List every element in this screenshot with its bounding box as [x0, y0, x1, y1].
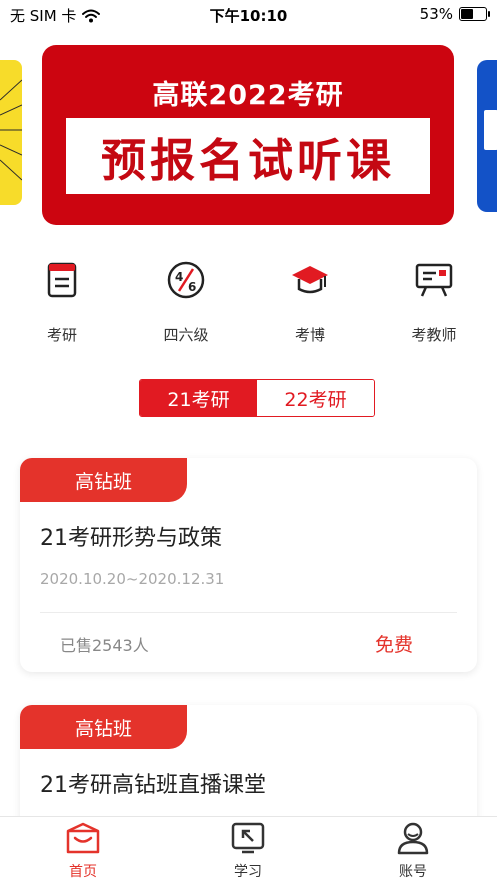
status-bar: 无 SIM 卡 下午10:10 53%: [0, 0, 497, 30]
year-segment: 21考研 22考研: [139, 379, 375, 417]
study-icon: [231, 822, 265, 854]
banner-subtitle: 预报名试听课: [100, 133, 395, 187]
svg-text:4: 4: [175, 270, 183, 284]
banner-subtitle-box: 预报名试听课: [66, 118, 430, 194]
banner-next-peek[interactable]: [477, 60, 497, 212]
category-grid: 考研 4 6 四六级 考博 考教师: [0, 260, 497, 350]
sunburst-decoration: [0, 79, 22, 181]
battery-fill: [461, 9, 473, 19]
four-six-icon: 4 6: [167, 261, 205, 299]
category-kaoyan[interactable]: 考研: [12, 260, 112, 345]
category-label: 四六级: [163, 326, 209, 344]
svg-text:6: 6: [188, 280, 196, 294]
banner-carousel[interactable]: 高联2022考研 预报名试听课: [0, 45, 497, 230]
banner-next-decoration: [484, 110, 497, 150]
sold-count: 已售2543人: [60, 636, 149, 655]
category-label: 考教师: [411, 326, 457, 344]
category-cet[interactable]: 4 6 四六级: [136, 260, 236, 345]
banner-title: 高联2022考研: [152, 80, 344, 111]
tab-study[interactable]: 学习: [193, 821, 303, 881]
category-kaobo[interactable]: 考博: [260, 260, 360, 345]
bottom-tab-bar: 首页 学习 账号: [0, 816, 497, 883]
category-label: 考博: [294, 326, 325, 344]
banner-prev-peek[interactable]: [0, 60, 22, 205]
tab-label: 首页: [69, 864, 97, 880]
tab-account[interactable]: 账号: [358, 821, 468, 881]
tab-21-kaoyan[interactable]: 21考研: [140, 380, 257, 416]
card-divider: [40, 612, 457, 613]
battery-icon: [459, 7, 490, 21]
banner-slide[interactable]: 高联2022考研 预报名试听课: [42, 45, 454, 225]
tab-label: 账号: [399, 864, 427, 880]
graduation-cap-icon: [292, 266, 328, 294]
course-title: 21考研高钻班直播课堂: [40, 773, 266, 798]
tab-label: 学习: [234, 864, 262, 880]
class-tag: 高钻班: [20, 458, 187, 502]
tab-22-kaoyan[interactable]: 22考研: [257, 380, 374, 416]
class-tag: 高钻班: [20, 705, 187, 749]
category-kaojiaoshi[interactable]: 考教师: [384, 260, 484, 345]
battery-percent: 53%: [419, 5, 453, 23]
course-card[interactable]: 高钻班 21考研形势与政策 2020.10.20~2020.12.31 已售25…: [20, 458, 477, 672]
notebook-icon: [47, 262, 77, 298]
course-date: 2020.10.20~2020.12.31: [40, 570, 225, 588]
presentation-board-icon: [415, 263, 453, 297]
course-title: 21考研形势与政策: [40, 526, 222, 551]
tab-home[interactable]: 首页: [28, 821, 138, 881]
category-label: 考研: [46, 326, 77, 344]
course-price: 免费: [374, 634, 413, 656]
home-icon: [66, 822, 100, 854]
account-icon: [397, 822, 429, 855]
